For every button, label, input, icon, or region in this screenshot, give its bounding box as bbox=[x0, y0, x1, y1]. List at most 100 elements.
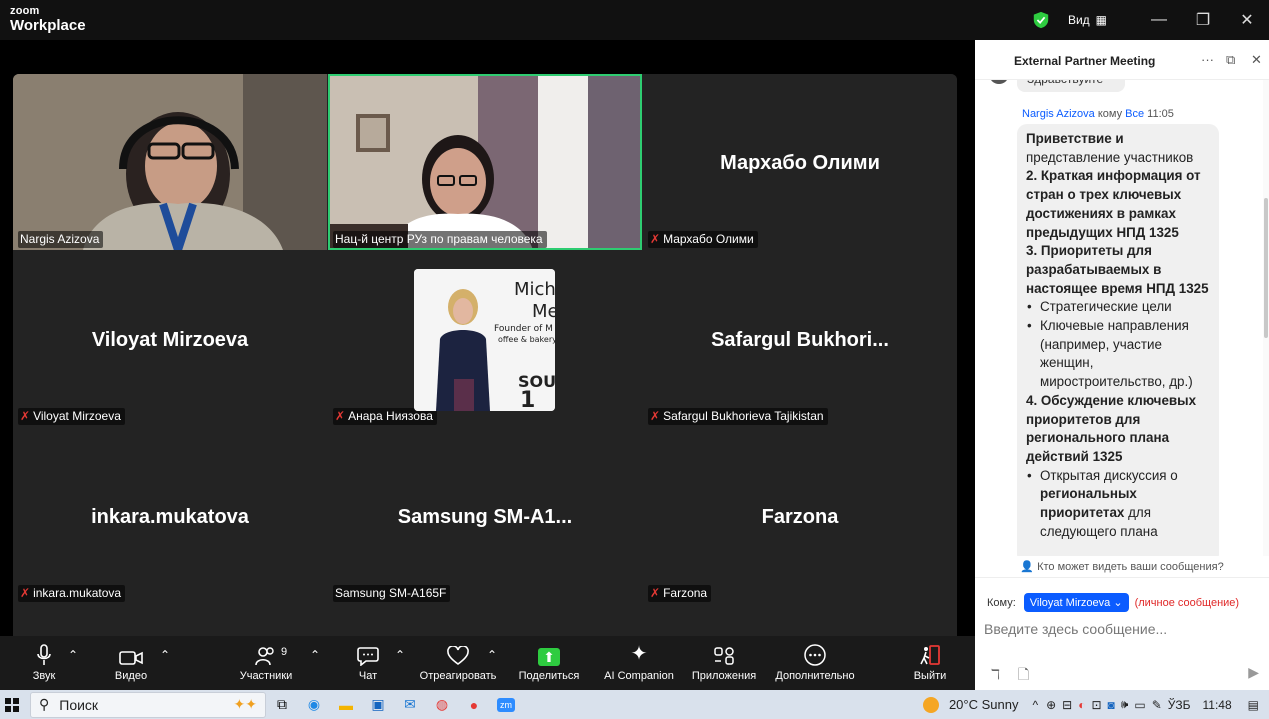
video-tile[interactable]: Safargul Bukhori... ✗ Safargul Bukhorieva… bbox=[643, 251, 957, 427]
yandex-icon[interactable]: ● bbox=[458, 690, 490, 719]
language-indicator[interactable]: ЎЗБ bbox=[1168, 698, 1191, 712]
message-recipient[interactable]: Все bbox=[1125, 108, 1144, 120]
chat-label: Чат bbox=[358, 670, 378, 682]
mic-muted-icon: ✗ bbox=[650, 232, 661, 246]
view-button[interactable]: Вид ▦ bbox=[1068, 13, 1107, 27]
send-icon[interactable]: ▶ bbox=[1248, 664, 1259, 681]
chrome-icon[interactable]: ◍ bbox=[426, 690, 458, 719]
search-label: Поиск bbox=[59, 696, 99, 713]
windows-taskbar: ⚲ Поиск ✦✦ ⧉ ◉ ▬ ▣ ✉ ◍ ● zm 20°C Sunny ^… bbox=[0, 690, 1269, 719]
more-button[interactable]: Дополнительно bbox=[770, 636, 860, 690]
participants-button[interactable]: Участники bbox=[236, 636, 296, 690]
close-window-button[interactable]: ✕ bbox=[1225, 0, 1269, 40]
clock[interactable]: 11:48 bbox=[1203, 698, 1232, 712]
react-button[interactable]: Отреагировать bbox=[416, 636, 500, 690]
participant-big-name: Мархабо Олими bbox=[720, 152, 880, 174]
audio-options-caret[interactable]: ⌃ bbox=[68, 648, 78, 662]
message-bullet: Ключевые направления (например, участие … bbox=[1026, 317, 1211, 392]
sun-icon bbox=[922, 696, 939, 713]
mic-muted-icon: ✗ bbox=[335, 409, 346, 423]
format-icon[interactable]: ℸ bbox=[991, 666, 1000, 682]
video-tile[interactable]: inkara.mukatova ✗ inkara.mukatova bbox=[13, 428, 327, 604]
tray-app-icon[interactable]: ⊟ bbox=[1062, 698, 1072, 712]
more-options-icon[interactable]: ··· bbox=[1201, 52, 1214, 67]
edge-icon[interactable]: ◉ bbox=[298, 690, 330, 719]
video-tile[interactable]: Nargis Azizova bbox=[13, 74, 327, 250]
notification-icon[interactable]: ▤ bbox=[1248, 698, 1259, 712]
tray-app-icon[interactable]: ⊕ bbox=[1046, 698, 1056, 712]
file-icon[interactable]: 🗋 bbox=[1018, 666, 1029, 682]
apps-button[interactable]: Приложения bbox=[688, 636, 760, 690]
mic-muted-icon: ✗ bbox=[20, 586, 31, 600]
visibility-info[interactable]: 👤 Кто может видеть ваши сообщения? bbox=[975, 556, 1269, 578]
video-tile[interactable]: Farzona ✗ Farzona bbox=[643, 428, 957, 604]
message-input[interactable]: Введите здесь сообщение... bbox=[984, 621, 1167, 637]
participant-label: Samsung SM-A165F bbox=[333, 585, 451, 602]
gallery-view: Nargis Azizova Нац-й центр РУз по правам… bbox=[13, 74, 957, 645]
bullet-pre: Открытая дискуссия о bbox=[1040, 467, 1178, 483]
participant-name: Мархабо Олими bbox=[663, 232, 754, 246]
message-meta: Nargis Azizova кому Все 11:05 bbox=[1022, 108, 1174, 120]
file-explorer-icon[interactable]: ▬ bbox=[330, 690, 362, 719]
zoom-taskbar-icon[interactable]: zm bbox=[490, 690, 522, 719]
chat-options-caret[interactable]: ⌃ bbox=[395, 648, 405, 662]
battery-icon[interactable]: ▭ bbox=[1134, 698, 1145, 712]
participant-name: Nargis Azizova bbox=[20, 232, 100, 246]
chat-header: External Partner Meeting ··· ⧉ ✕ bbox=[975, 40, 1269, 80]
message-bullet: Открытая дискуссия о региональных приори… bbox=[1026, 467, 1211, 542]
task-view-icon[interactable]: ⧉ bbox=[266, 690, 298, 719]
private-label: (личное сообщение) bbox=[1134, 596, 1240, 609]
zoom-logo: zoom Workplace bbox=[10, 6, 86, 34]
participant-name: inkara.mukatova bbox=[33, 586, 122, 600]
video-tile[interactable]: Мархабо Олими ✗ Мархабо Олими bbox=[643, 74, 957, 250]
video-tile[interactable]: Viloyat Mirzoeva ✗ Viloyat Mirzoeva bbox=[13, 251, 327, 427]
title-bar: zoom Workplace Вид ▦ — ❐ ✕ bbox=[0, 0, 1269, 40]
audio-button[interactable]: Звук bbox=[28, 636, 60, 690]
weather-text[interactable]: 20°C Sunny bbox=[949, 697, 1019, 712]
share-button[interactable]: ⬆ Поделиться bbox=[516, 636, 582, 690]
video-tile[interactable]: Samsung SM-A1... Samsung SM-A165F bbox=[328, 428, 642, 604]
participant-big-name: Samsung SM-A1... bbox=[397, 506, 573, 528]
video-tile-active-speaker[interactable]: Нац-й центр РУз по правам человека bbox=[328, 74, 642, 250]
leave-label: Выйти bbox=[913, 670, 947, 682]
restore-button[interactable]: ❐ bbox=[1181, 0, 1225, 40]
recipient-dropdown[interactable]: Viloyat Mirzoeva ⌄ bbox=[1023, 593, 1129, 612]
mail-icon[interactable]: ✉ bbox=[394, 690, 426, 719]
ai-companion-button[interactable]: ✦ AI Companion bbox=[600, 636, 678, 690]
store-icon[interactable]: ▣ bbox=[362, 690, 394, 719]
mic-muted-icon: ✗ bbox=[20, 409, 31, 423]
chat-messages[interactable]: Здравствуйте Nargis Azizova кому Все 11:… bbox=[975, 70, 1263, 556]
shield-check-icon[interactable] bbox=[1032, 11, 1050, 29]
participant-big-name: Safargul Bukhori... bbox=[711, 329, 889, 351]
zoom-app: zoom Workplace Вид ▦ — ❐ ✕ Nargis Azizov… bbox=[0, 0, 1269, 690]
profile-picture: Mich Me Founder of M offee & bakery SOU … bbox=[414, 269, 555, 411]
pop-out-icon[interactable]: ⧉ bbox=[1226, 52, 1235, 68]
message-sender[interactable]: Nargis Azizova bbox=[1022, 108, 1095, 120]
windows-start-icon[interactable] bbox=[0, 690, 24, 719]
volume-icon[interactable]: 🕪 bbox=[1121, 697, 1129, 712]
tray-app-icon[interactable]: ◐ bbox=[1078, 698, 1085, 712]
tray-app-icon[interactable]: ◙ bbox=[1108, 698, 1115, 712]
video-button[interactable]: Видео bbox=[112, 636, 150, 690]
participant-video bbox=[13, 74, 327, 250]
leave-button[interactable]: Выйти bbox=[910, 636, 950, 690]
participants-options-caret[interactable]: ⌃ bbox=[310, 648, 320, 662]
visibility-text: Кто может видеть ваши сообщения? bbox=[1037, 561, 1224, 573]
tray-app-icon[interactable]: ⊡ bbox=[1091, 698, 1101, 712]
tray-overflow-icon[interactable]: ^ bbox=[1032, 698, 1038, 712]
pen-icon[interactable]: ✎ bbox=[1152, 698, 1162, 712]
scrollbar-thumb[interactable] bbox=[1264, 198, 1268, 338]
brand-large: Workplace bbox=[10, 17, 86, 34]
chat-scrollbar[interactable] bbox=[1263, 80, 1269, 556]
search-icon: ⚲ bbox=[39, 696, 50, 712]
taskbar-search[interactable]: ⚲ Поиск ✦✦ bbox=[30, 691, 266, 718]
react-options-caret[interactable]: ⌃ bbox=[487, 648, 497, 662]
video-options-caret[interactable]: ⌃ bbox=[160, 648, 170, 662]
chat-button[interactable]: Чат bbox=[352, 636, 384, 690]
participant-label: ✗ Safargul Bukhorieva Tajikistan bbox=[648, 408, 828, 425]
close-icon[interactable]: ✕ bbox=[1251, 52, 1262, 68]
minimize-button[interactable]: — bbox=[1137, 0, 1181, 40]
message-bubble: Приветствие и представление участников 2… bbox=[1017, 124, 1219, 556]
participant-label: Nargis Azizova bbox=[18, 231, 104, 248]
photo-text: offee & bakery bbox=[498, 335, 555, 344]
